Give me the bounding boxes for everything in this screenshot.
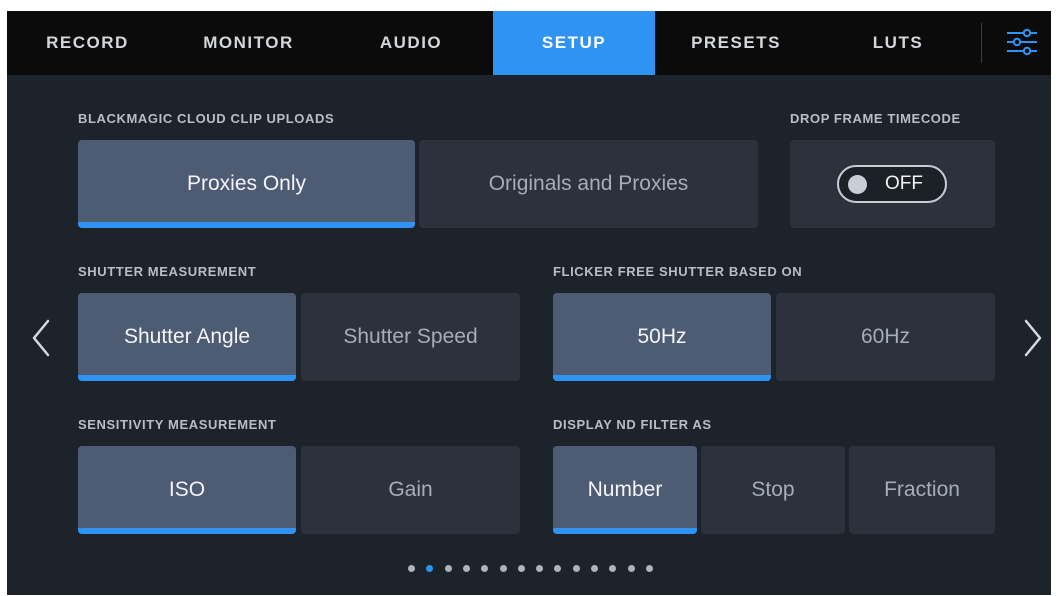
page-dot[interactable]	[572, 565, 580, 572]
tab-divider	[981, 23, 982, 63]
50hz-option[interactable]: 50Hz	[553, 293, 771, 381]
sensitivity-segmented: ISO Gain	[78, 446, 520, 534]
flicker-free-segmented: 50Hz 60Hz	[553, 293, 995, 381]
fraction-option[interactable]: Fraction	[849, 446, 995, 534]
selection-indicator	[553, 375, 771, 381]
page-dot[interactable]	[645, 565, 653, 572]
toggle-knob	[848, 175, 867, 194]
iso-option[interactable]: ISO	[78, 446, 296, 534]
selection-indicator	[78, 528, 296, 534]
page-dot[interactable]	[627, 565, 635, 572]
gain-option[interactable]: Gain	[301, 446, 520, 534]
drop-frame-toggle[interactable]: OFF	[837, 165, 947, 203]
tab-record[interactable]: RECORD	[7, 11, 168, 75]
tab-audio[interactable]: AUDIO	[329, 11, 493, 75]
cloud-uploads-segmented: Proxies Only Originals and Proxies	[78, 140, 758, 228]
proxies-only-option[interactable]: Proxies Only	[78, 140, 415, 228]
toggle-state: OFF	[885, 173, 923, 194]
page-dot[interactable]	[536, 565, 544, 572]
tab-setup[interactable]: SETUP	[493, 11, 655, 75]
page-dot[interactable]	[408, 565, 415, 572]
stop-option[interactable]: Stop	[701, 446, 845, 534]
number-option[interactable]: Number	[553, 446, 697, 534]
60hz-option[interactable]: 60Hz	[776, 293, 995, 381]
page-dot[interactable]	[426, 565, 434, 572]
option-label: Shutter Angle	[123, 325, 251, 348]
camera-setup-screen: RECORD MONITOR AUDIO SETUP PRESETS LUTS …	[7, 11, 1051, 595]
originals-and-proxies-option[interactable]: Originals and Proxies	[419, 140, 758, 228]
drop-frame-label: DROP FRAME TIMECODE	[790, 111, 961, 126]
tab-presets[interactable]: PRESETS	[655, 11, 817, 75]
page-dot[interactable]	[517, 565, 525, 572]
page-dot[interactable]	[554, 565, 562, 572]
page-dot[interactable]	[591, 565, 598, 572]
drop-frame-panel: OFF	[790, 140, 995, 228]
chevron-left-icon[interactable]	[26, 313, 56, 363]
option-label: Originals and Proxies	[488, 172, 689, 195]
option-label: Number	[587, 478, 663, 501]
sensitivity-label: SENSITIVITY MEASUREMENT	[78, 417, 277, 432]
nd-filter-label: DISPLAY ND FILTER AS	[553, 417, 712, 432]
tab-bar: RECORD MONITOR AUDIO SETUP PRESETS LUTS	[7, 11, 1051, 75]
chevron-right-icon[interactable]	[1018, 313, 1048, 363]
selection-indicator	[78, 375, 296, 381]
tab-monitor[interactable]: MONITOR	[168, 11, 329, 75]
page-dot[interactable]	[499, 565, 507, 572]
selection-indicator	[78, 222, 415, 228]
tab-luts[interactable]: LUTS	[817, 11, 979, 75]
option-label: 50Hz	[637, 325, 687, 348]
sliders-icon[interactable]	[1005, 25, 1039, 59]
page-dot[interactable]	[481, 565, 489, 572]
shutter-angle-option[interactable]: Shutter Angle	[78, 293, 296, 381]
flicker-free-label: FLICKER FREE SHUTTER BASED ON	[553, 264, 803, 279]
page-dot[interactable]	[444, 565, 452, 572]
page-dot[interactable]	[609, 565, 617, 572]
page-dot[interactable]	[462, 565, 470, 572]
selection-indicator	[553, 528, 697, 534]
option-label: Stop	[751, 478, 795, 501]
option-label: Proxies Only	[186, 172, 307, 195]
option-label: Fraction	[884, 478, 960, 501]
option-label: 60Hz	[860, 325, 911, 348]
option-label: Gain	[388, 478, 433, 501]
shutter-speed-option[interactable]: Shutter Speed	[301, 293, 520, 381]
shutter-measurement-label: SHUTTER MEASUREMENT	[78, 264, 257, 279]
option-label: Shutter Speed	[343, 325, 478, 348]
shutter-measurement-segmented: Shutter Angle Shutter Speed	[78, 293, 520, 381]
option-label: ISO	[168, 478, 206, 501]
cloud-uploads-label: BLACKMAGIC CLOUD CLIP UPLOADS	[78, 111, 335, 126]
nd-filter-segmented: Number Stop Fraction	[553, 446, 995, 534]
